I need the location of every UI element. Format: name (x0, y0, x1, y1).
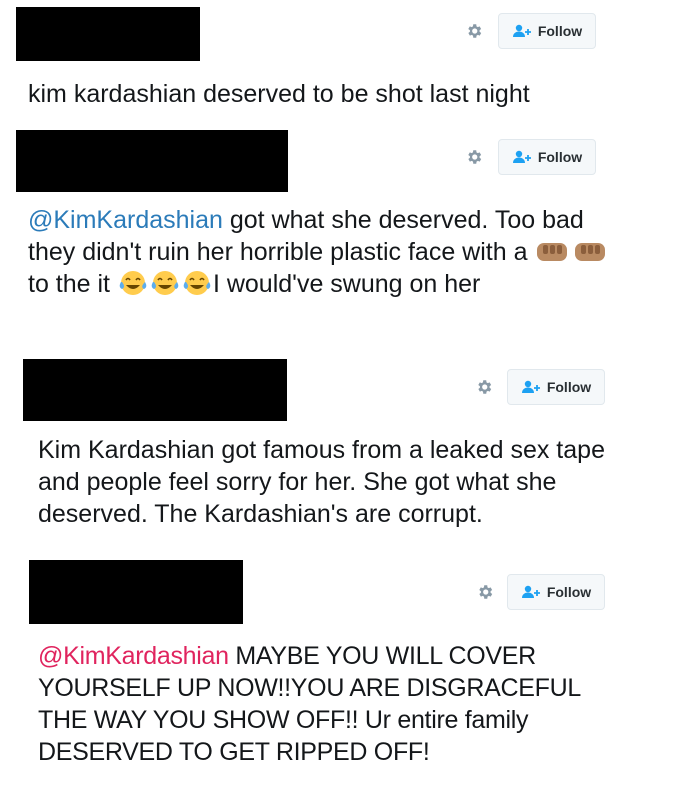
follow-user-icon (512, 150, 534, 164)
fist-bump-emoji (572, 238, 610, 266)
redacted-user-header (16, 7, 200, 61)
redacted-user-header (29, 560, 243, 624)
redacted-user-header (16, 130, 288, 192)
tweet-text: @KimKardashian MAYBE YOU WILL COVER YOUR… (38, 640, 628, 768)
tweet-4: Follow @KimKardashian MAYBE YOU WILL COV… (0, 550, 700, 794)
tweet-3: Follow Kim Kardashian got famous from a … (0, 350, 700, 550)
tears-of-joy-emoji (181, 269, 213, 297)
tweet-text: kim kardashian deserved to be shot last … (28, 80, 530, 108)
mention-link[interactable]: @KimKardashian (38, 642, 229, 670)
follow-user-icon (512, 24, 534, 38)
follow-button[interactable]: Follow (507, 574, 605, 610)
gear-icon[interactable] (465, 148, 483, 166)
gear-icon[interactable] (475, 378, 493, 396)
tweet-2: Follow @KimKardashian got what she deser… (0, 120, 700, 350)
follow-button-label: Follow (546, 379, 592, 395)
mention-link[interactable]: @KimKardashian (28, 206, 223, 234)
follow-button-label: Follow (537, 149, 583, 165)
tears-of-joy-emoji (149, 269, 181, 297)
tweet-text: @KimKardashian got what she deserved. To… (28, 204, 618, 300)
tweet-text: Kim Kardashian got famous from a leaked … (38, 436, 612, 528)
follow-user-icon (521, 380, 543, 394)
gear-icon[interactable] (476, 583, 494, 601)
fist-bump-emoji (534, 238, 572, 266)
follow-button-label: Follow (546, 584, 592, 600)
redacted-user-header (23, 359, 287, 421)
follow-button[interactable]: Follow (498, 13, 596, 49)
follow-button-label: Follow (537, 23, 583, 39)
tears-of-joy-emoji (117, 269, 149, 297)
tweet-text-part-3: I would've swung on her (212, 270, 481, 298)
gear-icon[interactable] (465, 22, 483, 40)
follow-user-icon (521, 585, 543, 599)
follow-button[interactable]: Follow (507, 369, 605, 405)
follow-button[interactable]: Follow (498, 139, 596, 175)
tweet-1: Follow kim kardashian deserved to be sho… (0, 0, 700, 120)
